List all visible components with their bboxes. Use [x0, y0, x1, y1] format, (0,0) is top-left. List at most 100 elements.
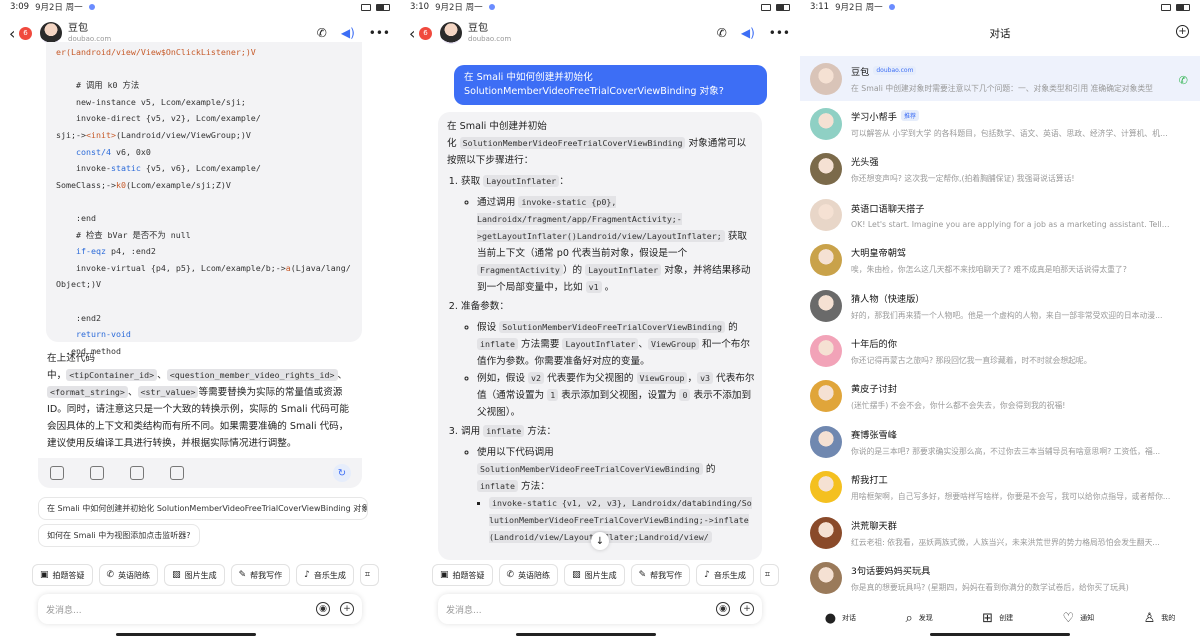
nav-notify[interactable]: ♡ 通知: [1063, 611, 1095, 626]
voice-icon[interactable]: ◉: [316, 602, 330, 616]
code-token: <init>: [85, 129, 116, 140]
tool-writing[interactable]: ✎ 帮我写作: [630, 564, 691, 586]
chat-item[interactable]: 大明皇帝朝驾 唉，朱由检，你怎么这几天都不来找咱聊天了? 难不成真是咱那天话说得太…: [800, 238, 1200, 283]
chat-avatar[interactable]: [810, 380, 842, 413]
tool-music[interactable]: ♪ 音乐生成: [296, 564, 354, 586]
nav-create[interactable]: ⊞ 创建: [982, 611, 1013, 626]
text-seg: 准备参数：: [461, 301, 509, 312]
chat-info: 3句话要妈妈买玩具 你是真的想要玩具吗? (星期四，妈妈在看到你满分的数学试卷后，…: [851, 563, 1171, 593]
chat-avatar[interactable]: [810, 153, 842, 186]
chat-avatar[interactable]: [810, 62, 842, 95]
chat-item[interactable]: 十年后的你 你还记得再蒙古之旅吗? 那段回忆我一直珍藏着，时不时就会想起呢。: [800, 328, 1200, 373]
text-seg: 代表要作为父视图的: [547, 373, 634, 384]
speaker-icon[interactable]: ◀): [741, 26, 755, 40]
regenerate-icon[interactable]: ↻: [333, 464, 351, 482]
read-aloud-icon[interactable]: [130, 466, 144, 480]
chat-avatar[interactable]: [810, 334, 842, 367]
message-input[interactable]: 发消息... ◉ +: [438, 594, 762, 624]
voice-icon[interactable]: ◉: [716, 602, 730, 616]
inline-code: ViewGroup: [648, 338, 699, 350]
code-token: invoke-virtual {p4, p5}, Lcom/example/b;…: [56, 262, 286, 273]
add-icon[interactable]: +: [340, 602, 354, 616]
more-icon[interactable]: •••: [369, 26, 390, 40]
code-token: return-void: [56, 329, 131, 340]
home-indicator: [116, 633, 256, 636]
chat-name-row: 猜人物（快速版）: [851, 291, 1171, 305]
code-line: Object;)V: [56, 276, 356, 293]
chat-preview: OK! Let's start. Imagine you are applyin…: [851, 219, 1171, 229]
chat-avatar[interactable]: [810, 198, 842, 231]
tool-more[interactable]: ⌗: [759, 564, 779, 586]
code-token: :end2: [56, 312, 101, 323]
chat-avatar[interactable]: [810, 561, 842, 594]
code-bullet: invoke-static {v1, v2, v3}, Landroidx/da…: [489, 495, 755, 546]
chat-preview: (迷忙摆手) 不会不会，你什么都不会失去，你会得到我的祝福!: [851, 401, 1066, 411]
chat-avatar[interactable]: [810, 425, 842, 458]
nav-chats[interactable]: ● 对话: [825, 611, 856, 626]
chat-item[interactable]: 豆包 doubao.com 在 Smali 中创建对象时需要注意以下几个问题：一、对…: [800, 56, 1200, 101]
phone-icon[interactable]: ✆: [1179, 74, 1188, 87]
step-2: 准备参数： 假设 SolutionMemberVideoFreeTrialCov…: [461, 298, 755, 421]
add-icon[interactable]: +: [740, 602, 754, 616]
chat-info: 帮我打工 用啥框架啊，自己写多好，想要啥样写啥样，你要是不会写，我可以给你点指导，…: [851, 472, 1171, 502]
chat-preview: 好的，那我们再来猜一个人物吧。他是一个虚构的人物，来自一部非常受欢迎的日本动漫.…: [851, 310, 1163, 320]
phone-icon[interactable]: ✆: [317, 26, 327, 40]
chat-item[interactable]: 光头强 你还想变声吗? 这次我一定帮你,(拍着胸脯保证) 我强哥说话算话!: [800, 147, 1200, 192]
text-seg: 获取: [461, 176, 481, 187]
tool-image[interactable]: ▨ 图片生成: [564, 564, 625, 586]
chat-item[interactable]: 3句话要妈妈买玩具 你是真的想要玩具吗? (星期四，妈妈在看到你满分的数学试卷后，…: [800, 555, 1200, 600]
chat-item[interactable]: 学习小帮手 推荐 可以解答从 小学到大学 的各科题目，包括数学、语文、英语、思政、经…: [800, 101, 1200, 146]
inline-code: invoke-static {p0}, Landroidx/fragment/a…: [477, 196, 725, 242]
new-chat-icon[interactable]: +: [1176, 25, 1189, 38]
tool-image[interactable]: ▨ 图片生成: [164, 564, 225, 586]
tool-more[interactable]: ⌗: [359, 564, 379, 586]
avatar[interactable]: [440, 22, 462, 44]
copy-icon[interactable]: [50, 466, 64, 480]
avatar[interactable]: [40, 22, 62, 44]
tool-photo-qa[interactable]: ▣ 拍题答疑: [32, 564, 93, 586]
message-placeholder: 发消息...: [446, 605, 482, 616]
tool-photo-qa[interactable]: ▣ 拍题答疑: [432, 564, 493, 586]
chat-avatar[interactable]: [810, 107, 842, 140]
chat-name-row: 学习小帮手 推荐: [851, 109, 1171, 123]
inline-code: FragmentActivity: [477, 264, 563, 276]
speaker-icon[interactable]: ◀): [341, 26, 355, 40]
scroll-down-icon[interactable]: ↓: [591, 532, 609, 550]
tool-writing[interactable]: ✎ 帮我写作: [230, 564, 291, 586]
chat-avatar[interactable]: [810, 244, 842, 277]
more-icon[interactable]: •••: [769, 26, 790, 40]
text-seg: 方法需要: [521, 339, 560, 350]
tool-english[interactable]: ✆ 英语陪练: [98, 564, 159, 586]
message-input[interactable]: 发消息... ◉ +: [38, 594, 362, 624]
tool-label: 英语陪练: [518, 570, 551, 580]
chat-avatar[interactable]: [810, 471, 842, 504]
chat-avatar[interactable]: [810, 289, 842, 322]
chat-item[interactable]: 帮我打工 用啥框架啊，自己写多好，想要啥样写啥样，你要是不会写，我可以给你点指导，…: [800, 465, 1200, 510]
share-icon[interactable]: [170, 466, 184, 480]
inline-code: 0: [679, 389, 691, 401]
chat-item[interactable]: 英语口语聊天搭子 OK! Let's start. Imagine you are…: [800, 192, 1200, 237]
chat-avatar[interactable]: [810, 516, 842, 549]
tool-english[interactable]: ✆ 英语陪练: [498, 564, 559, 586]
nav-discover[interactable]: ⌕ 发现: [905, 611, 932, 626]
answer-content: 在 Smali 中创建并初始化 SolutionMemberVideoFreeT…: [447, 118, 755, 546]
status-time: 3:10: [410, 2, 430, 12]
dislike-icon[interactable]: [90, 466, 104, 480]
chat-item[interactable]: 赛博张雪峰 你说的是三本吧? 那要求确实没那么高，不过你去三本当辅导员有啥意思啊?…: [800, 419, 1200, 464]
code-token: sji;->: [56, 129, 86, 140]
chat-item[interactable]: 洪荒聊天群 红云老祖: 依我看，巫妖两族式微，人族当兴，未来洪荒世界的势力格局恐怕…: [800, 510, 1200, 555]
suggestion-2[interactable]: 如何在 Smali 中为视图添加点击监听器?: [38, 524, 200, 547]
phone-icon[interactable]: ✆: [717, 26, 727, 40]
status-date: 9月2日 周一: [835, 3, 883, 13]
nav-me[interactable]: ♙ 我的: [1144, 611, 1176, 626]
notification-icon: [88, 4, 95, 10]
inline-code: <question_member_video_rights_id>: [166, 369, 338, 381]
chat-item[interactable]: 猜人物（快速版） 好的，那我们再来猜一个人物吧。他是一个虚构的人物，来自一部非常受…: [800, 283, 1200, 328]
inline-code: v1: [585, 281, 602, 293]
chat-item[interactable]: 黄皮子讨封 (迷忙摆手) 不会不会，你什么都不会失去，你会得到我的祝福!: [800, 374, 1200, 419]
suggestion-1[interactable]: 在 Smali 中如何创建并初始化 SolutionMemberVideoFre…: [38, 497, 368, 520]
step-1: 获取 LayoutInflater： 通过调用 invoke-static {p…: [461, 173, 755, 296]
tool-music[interactable]: ♪ 音乐生成: [696, 564, 754, 586]
